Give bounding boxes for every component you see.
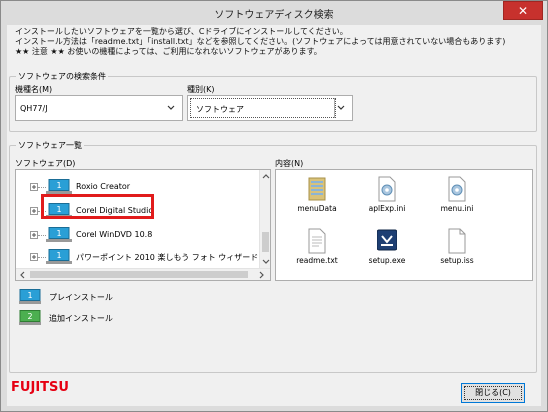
chevron-down-icon: [166, 103, 176, 113]
software-disc-search-window: ソフトウェアディスク検索 ✕ インストールしたいソフトウェアを一覧から選び、Cド…: [0, 0, 548, 412]
tree-horizontal-scrollbar[interactable]: [16, 268, 270, 280]
svg-text:1: 1: [56, 251, 61, 260]
scroll-up-icon[interactable]: [261, 172, 270, 182]
scroll-right-icon[interactable]: [256, 270, 266, 280]
instruction-line: インストールしたいソフトウェアを一覧から選び、Cドライブにインストールしてくださ…: [15, 27, 348, 36]
model-label: 機種名(M): [15, 85, 53, 94]
content-file-list[interactable]: menuData aplExp.ini menu.ini readme.txt …: [275, 169, 533, 281]
instructions: インストールしたいソフトウェアを一覧から選び、Cドライブにインストールしてくださ…: [15, 27, 535, 57]
preinstall-pc-icon: 1: [19, 289, 41, 304]
tree-item[interactable]: 1 パワーポイント 2010 楽しもう フォト ウィザード: [16, 246, 259, 268]
preinstall-pc-icon: 1: [46, 179, 72, 195]
fujitsu-logo: FUJITSU: [11, 377, 71, 395]
expand-icon[interactable]: [30, 183, 38, 191]
file-item[interactable]: menu.ini: [422, 176, 492, 226]
file-item[interactable]: aplExp.ini: [352, 176, 422, 226]
file-name: aplExp.ini: [368, 204, 406, 213]
svg-text:1: 1: [56, 181, 61, 190]
text-file-icon: [307, 228, 327, 254]
svg-text:1: 1: [27, 291, 32, 300]
preinstall-pc-icon: 1: [46, 227, 72, 243]
type-value: ソフトウェア: [196, 105, 244, 114]
highlight-annotation: [41, 194, 154, 219]
tree-item[interactable]: 1 Corel WinDVD 10.8: [16, 224, 256, 246]
chevron-down-icon: [336, 103, 346, 113]
type-select[interactable]: ソフトウェア: [187, 95, 353, 121]
file-name: menuData: [297, 204, 337, 213]
tree-connector: [38, 187, 46, 188]
tree-item-label: Roxio Creator: [76, 182, 131, 191]
installer-icon: [376, 228, 398, 254]
expand-icon[interactable]: [30, 253, 38, 261]
combo-divider: [334, 98, 335, 118]
svg-text:FUJITSU: FUJITSU: [11, 380, 69, 395]
scroll-left-icon[interactable]: [18, 270, 28, 280]
file-name: readme.txt: [296, 256, 338, 265]
file-item[interactable]: setup.iss: [422, 228, 492, 278]
scroll-thumb[interactable]: [262, 232, 269, 252]
legend-label: 追加インストール: [49, 314, 113, 323]
tree-connector: [38, 257, 46, 258]
file-name: menu.ini: [440, 204, 474, 213]
legend-label: プレインストール: [49, 293, 113, 302]
content-label: 内容(N): [275, 159, 304, 168]
model-select[interactable]: QH77/J: [15, 95, 183, 121]
preinstall-pc-icon: 1: [46, 249, 72, 265]
group-label: ソフトウェア一覧: [16, 140, 84, 151]
file-item[interactable]: setup.exe: [352, 228, 422, 278]
svg-text:2: 2: [27, 312, 32, 321]
dialog-body: インストールしたいソフトウェアを一覧から選び、Cドライブにインストールしてくださ…: [7, 25, 541, 406]
instruction-line: ★★ 注意 ★★ お使いの機種によっては、ご利用になれないソフトウェアがあります…: [15, 47, 322, 56]
group-label: ソフトウェアの検索条件: [16, 71, 108, 82]
expand-icon[interactable]: [30, 207, 38, 215]
title-bar: ソフトウェアディスク検索 ✕: [1, 1, 547, 25]
expand-icon[interactable]: [30, 231, 38, 239]
settings-file-icon: [377, 176, 397, 202]
file-item[interactable]: menuData: [282, 176, 352, 226]
model-value: QH77/J: [20, 104, 48, 113]
svg-text:1: 1: [56, 229, 61, 238]
scroll-down-icon[interactable]: [261, 256, 270, 266]
file-item[interactable]: readme.txt: [282, 228, 352, 278]
type-label: 種別(K): [187, 85, 215, 94]
instruction-line: インストール方法は「readme.txt」「install.txt」などを参照し…: [15, 37, 506, 46]
file-name: setup.iss: [440, 256, 474, 265]
focus-ring: [464, 386, 522, 400]
tree-vertical-scrollbar[interactable]: [259, 170, 270, 268]
close-dialog-button[interactable]: 閉じる(C): [461, 383, 525, 403]
file-name: setup.exe: [368, 256, 406, 265]
software-tree-label: ソフトウェア(D): [15, 159, 76, 168]
additional-install-pc-icon: 2: [19, 310, 41, 325]
window-title: ソフトウェアディスク検索: [214, 10, 334, 21]
window-close-button[interactable]: ✕: [503, 1, 543, 20]
scroll-thumb[interactable]: [30, 271, 248, 278]
tree-item-label: Corel WinDVD 10.8: [76, 230, 153, 239]
tree-connector: [38, 235, 46, 236]
blank-file-icon: [447, 228, 467, 254]
software-tree[interactable]: 1 Roxio Creator 1 Corel Digital Studio 1…: [15, 169, 271, 281]
folder-icon: [307, 176, 327, 202]
tree-item-label: パワーポイント 2010 楽しもう フォト ウィザード: [76, 253, 259, 262]
settings-file-icon: [447, 176, 467, 202]
